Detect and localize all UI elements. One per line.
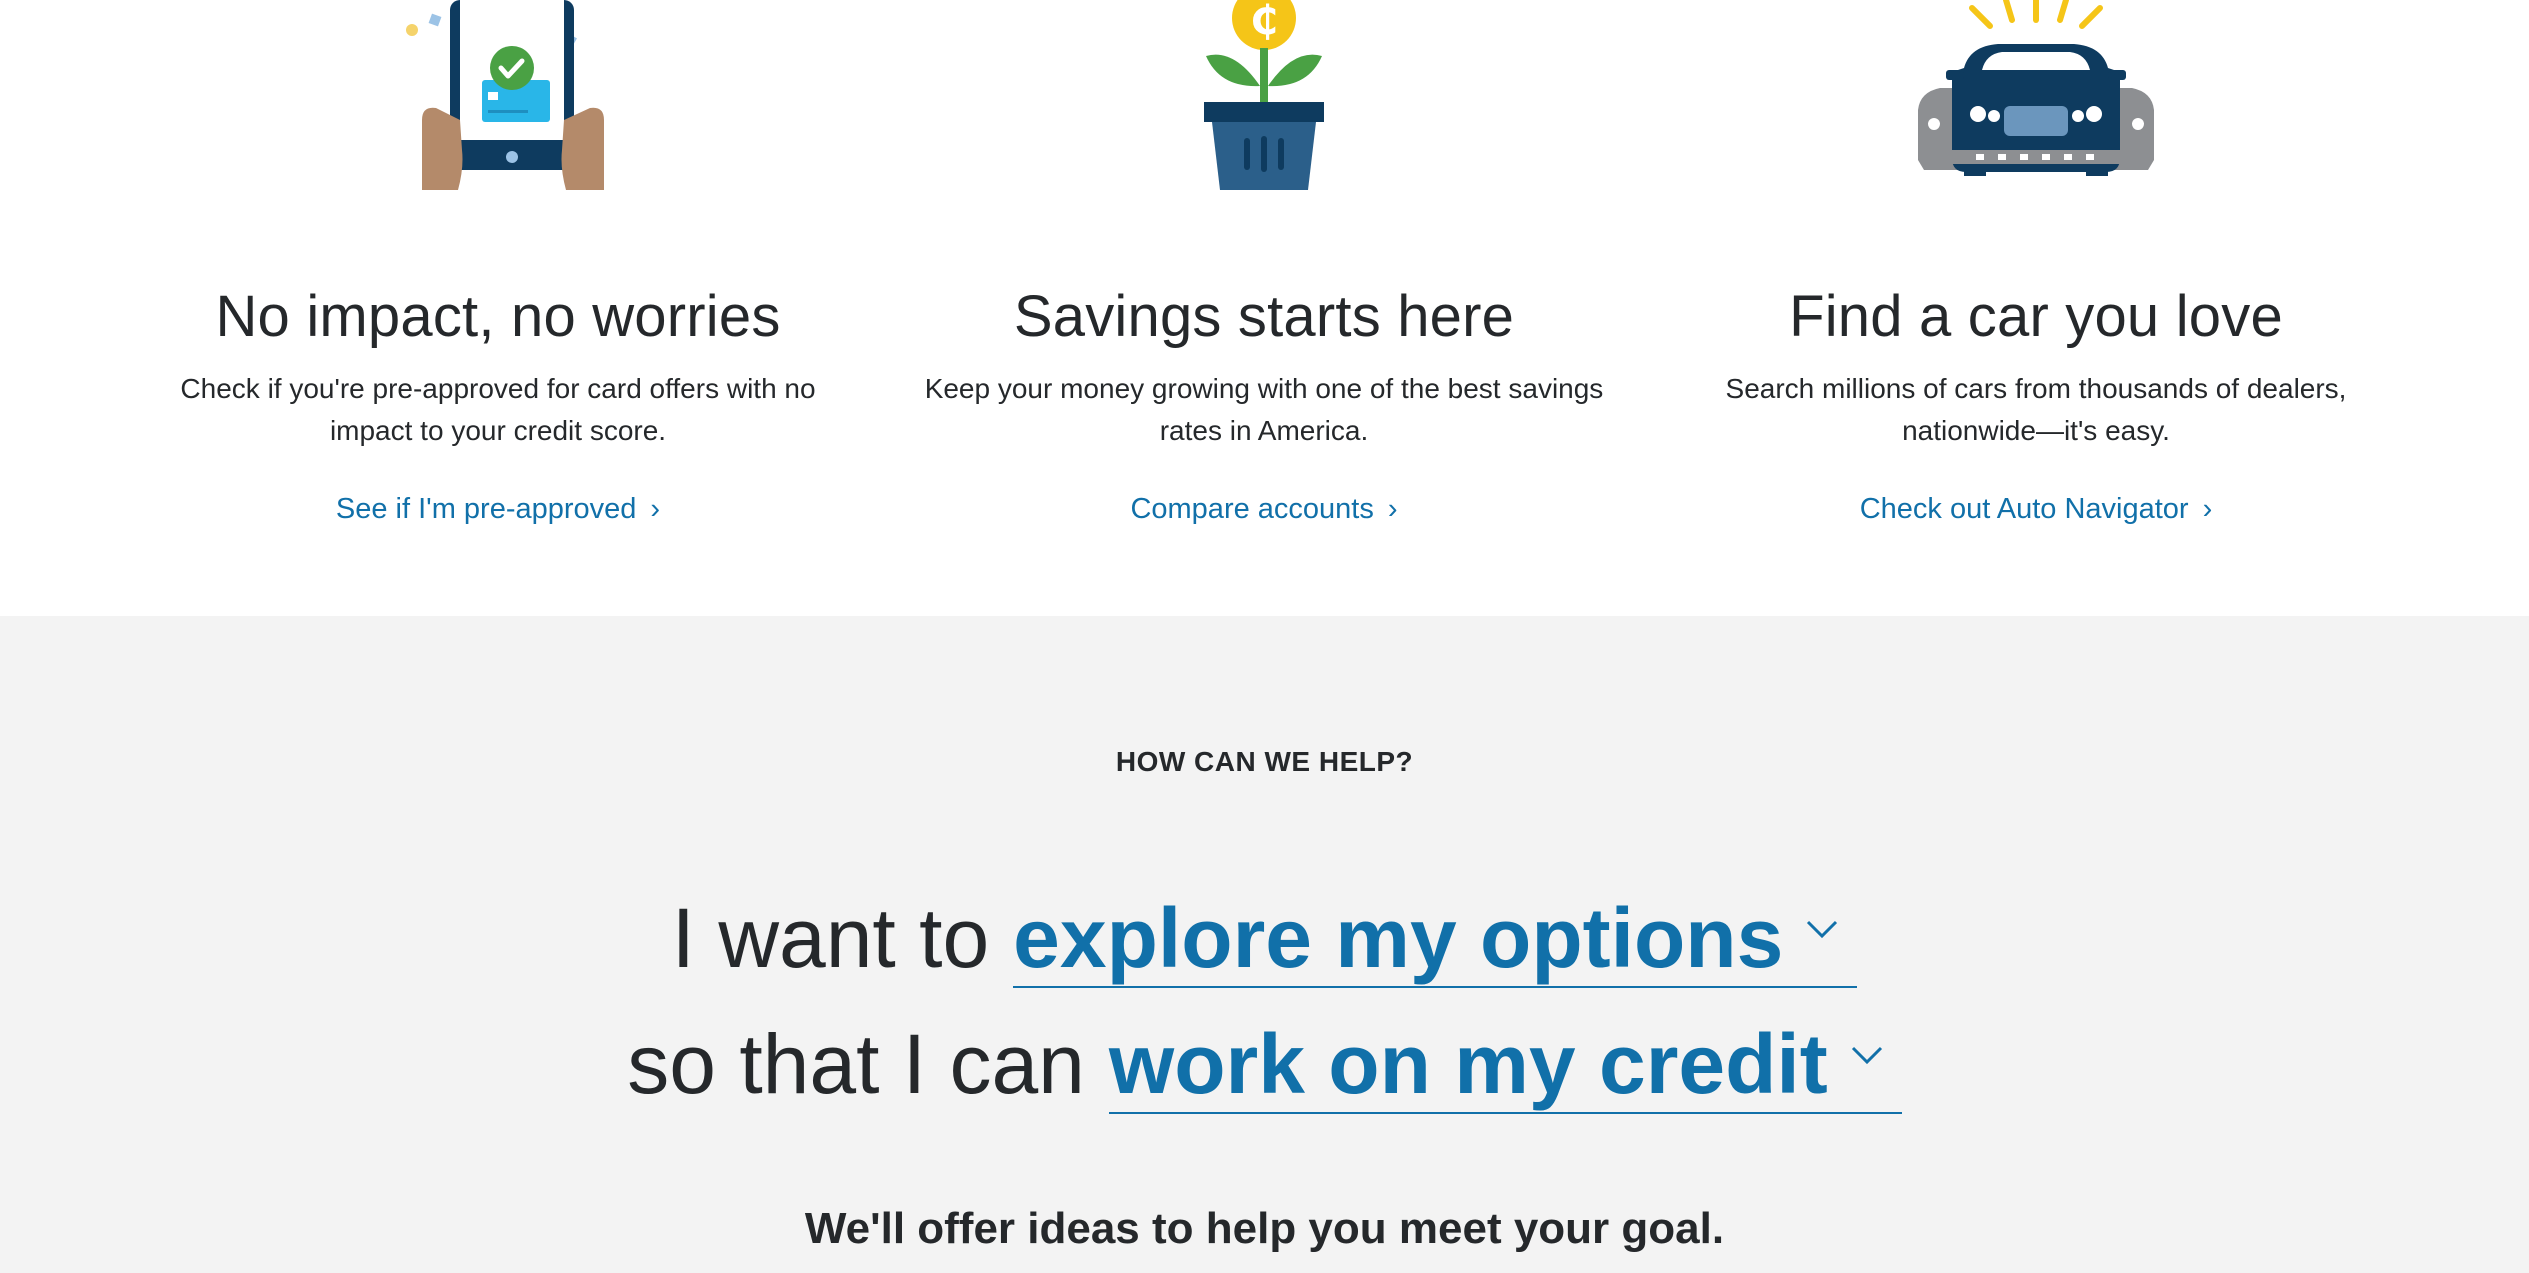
how-can-we-help-section: HOW CAN WE HELP? I want to explore my opt… (0, 616, 2529, 1273)
sentence-prefix: so that I can (627, 1017, 1085, 1111)
feature-card-preapproval: No impact, no worries Check if you're pr… (138, 0, 858, 616)
compare-accounts-link[interactable]: Compare accounts › (904, 493, 1624, 526)
feature-title: Find a car you love (1789, 284, 2283, 349)
feature-card-savings: ₵ Savings starts here Keep your money gr… (904, 0, 1624, 616)
tablet-approval-icon (406, 0, 604, 190)
sentence-prefix: I want to (671, 891, 990, 985)
chevron-right-icon: › (2202, 493, 2213, 525)
feature-section: No impact, no worries Check if you're pr… (0, 0, 2529, 616)
goal-helper-text: We'll offer ideas to help you meet your … (804, 1204, 1725, 1253)
goal-sentence-row-1: I want to explore my options (0, 888, 2529, 988)
feature-description: Search millions of cars from thousands o… (1725, 373, 2347, 446)
auto-navigator-link[interactable]: Check out Auto Navigator › (1676, 493, 2396, 526)
preapproval-link[interactable]: See if I'm pre-approved › (138, 493, 858, 526)
chevron-down-icon (1851, 1046, 1882, 1065)
feature-description: Check if you're pre-approved for card of… (180, 373, 816, 446)
chevron-right-icon: › (1387, 493, 1398, 525)
goal-select-value: work on my credit (1108, 1017, 1828, 1111)
intent-select-value: explore my options (1013, 891, 1784, 985)
feature-title: No impact, no worries (215, 284, 781, 349)
svg-text:₵: ₵ (1250, 0, 1278, 44)
chevron-down-icon (1807, 920, 1838, 939)
goal-select[interactable]: work on my credit (1108, 1016, 1902, 1114)
goal-sentence-row-2: so that I can work on my credit (0, 1014, 2529, 1114)
feature-description: Keep your money growing with one of the … (924, 373, 1604, 446)
feature-title: Savings starts here (1013, 284, 1515, 349)
car-icon (1918, 0, 2154, 176)
intent-select[interactable]: explore my options (1013, 890, 1858, 988)
feature-card-auto: Find a car you love Search millions of c… (1676, 0, 2396, 616)
plant-coin-icon: ₵ (1204, 0, 1324, 190)
chevron-right-icon: › (650, 493, 661, 525)
section-eyebrow: HOW CAN WE HELP? (1115, 746, 1414, 777)
